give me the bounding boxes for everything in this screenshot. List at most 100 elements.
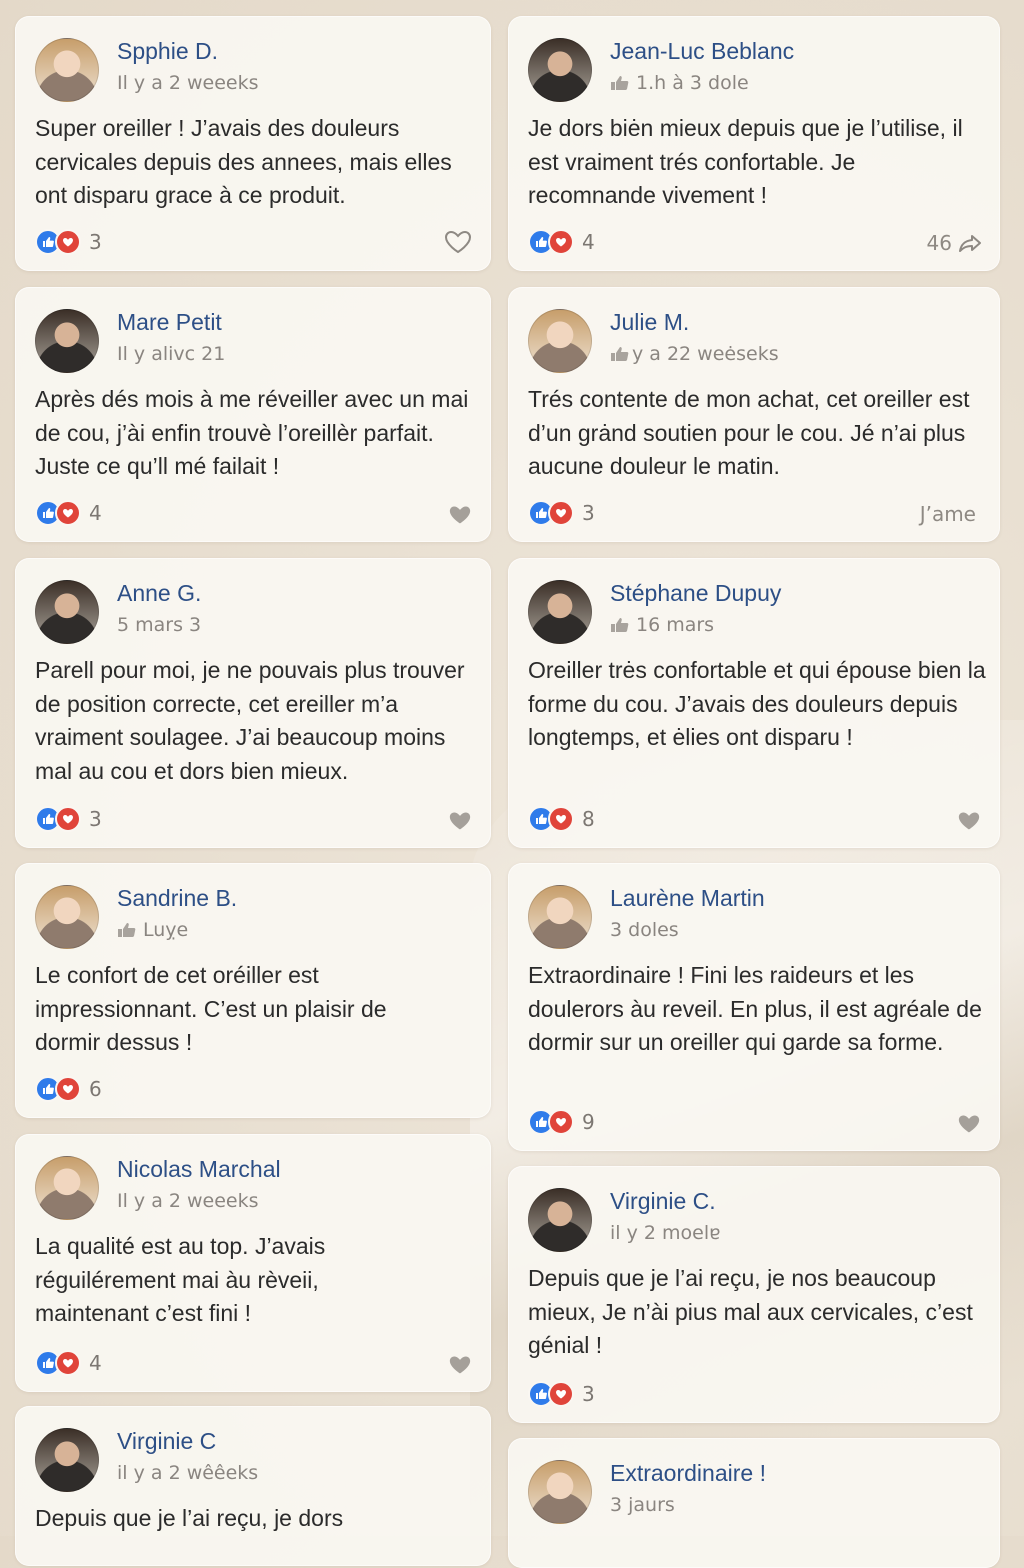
reviewer-name[interactable]: Spphie D. xyxy=(117,38,218,65)
reviewer-name[interactable]: Sandrine B. xyxy=(117,885,237,912)
reviewer-name[interactable]: Anne G. xyxy=(117,580,201,607)
reaction-count: 4 xyxy=(89,1351,102,1375)
avatar[interactable] xyxy=(528,38,592,102)
review-card: Extraordinaire ! 3 jaurs xyxy=(508,1438,1000,1568)
like-button[interactable] xyxy=(447,810,473,832)
love-reaction-icon xyxy=(55,1076,81,1102)
avatar[interactable] xyxy=(35,38,99,102)
heart-icon xyxy=(958,812,980,830)
reaction-summary[interactable]: 4 xyxy=(35,500,102,526)
reviewer-name[interactable]: Jean-Luc Beblanc xyxy=(610,38,794,65)
avatar[interactable] xyxy=(528,1460,592,1524)
like-button[interactable] xyxy=(447,1354,473,1376)
reviewer-name[interactable]: Stéphane Dupuy xyxy=(610,580,781,607)
avatar[interactable] xyxy=(528,580,592,644)
thumbs-up-icon xyxy=(611,76,629,90)
reviewer-name[interactable]: Julie M. xyxy=(610,309,689,336)
review-date: 3 jaurs xyxy=(610,1494,675,1516)
thumbs-up-icon xyxy=(118,923,136,937)
reaction-summary[interactable]: 3 xyxy=(528,1381,595,1407)
like-button[interactable] xyxy=(956,810,982,832)
love-reaction-icon xyxy=(55,229,81,255)
review-text: Trés contente de mon achat, cet oreiller… xyxy=(528,386,970,479)
review-text: Parell pour moi, je ne pouvais plus trou… xyxy=(35,657,465,784)
like-button[interactable] xyxy=(447,504,473,526)
love-reaction-icon xyxy=(55,500,81,526)
reaction-count: 3 xyxy=(89,807,102,831)
love-reaction-icon xyxy=(55,806,81,832)
reaction-summary[interactable]: 3 xyxy=(35,229,102,255)
review-date: y a 22 weėseks xyxy=(610,343,779,365)
reviewer-name[interactable]: Laurène Martin xyxy=(610,885,765,912)
review-card: Stéphane Dupuy 16 mars Oreiller trės con… xyxy=(508,558,1000,848)
review-text: La qualité est au top. J’avais réguilére… xyxy=(35,1233,326,1326)
reviewer-name[interactable]: Nicolas Marchal xyxy=(117,1156,281,1183)
reviewer-name[interactable]: Extraordinaire ! xyxy=(610,1460,766,1487)
review-card: Julie M. y a 22 weėseks Trés contente de… xyxy=(508,287,1000,542)
reaction-summary[interactable]: 4 xyxy=(35,1350,102,1376)
review-card: Laurène Martin 3 doles Extraordinaire ! … xyxy=(508,863,1000,1151)
reaction-summary[interactable]: 3 xyxy=(35,806,102,832)
like-text-button[interactable]: J’ame xyxy=(920,502,976,526)
reviewer-name[interactable]: Mare Petit xyxy=(117,309,222,336)
review-text: Oreiller trės confortable et qui épouse … xyxy=(528,657,986,750)
review-card: Jean-Luc Beblanc 1.h à 3 dole Je dors bi… xyxy=(508,16,1000,271)
avatar[interactable] xyxy=(528,309,592,373)
reviewer-name[interactable]: Virginie C xyxy=(117,1428,216,1455)
share-count: 46 xyxy=(926,231,952,255)
avatar[interactable] xyxy=(35,1428,99,1492)
review-text: Super oreiller ! J’avais des douleurs ce… xyxy=(35,115,452,208)
heart-outline-icon xyxy=(444,230,472,254)
love-reaction-icon xyxy=(548,229,574,255)
review-card: Sandrine B. Luỵe Le confort de cet oréil… xyxy=(15,863,491,1118)
love-reaction-icon xyxy=(55,1350,81,1376)
reaction-count: 3 xyxy=(89,230,102,254)
avatar[interactable] xyxy=(528,1188,592,1252)
heart-icon xyxy=(958,1115,980,1133)
review-card: Nicolas Marchal Il y a 2 weeeks La quali… xyxy=(15,1134,491,1392)
reaction-summary[interactable]: 3 xyxy=(528,500,595,526)
review-text: Depuis que je l’ai reçu, je dors xyxy=(35,1505,344,1531)
reaction-count: 4 xyxy=(582,230,595,254)
thumbs-up-icon xyxy=(611,618,629,632)
heart-icon xyxy=(449,1356,471,1374)
reaction-count: 4 xyxy=(89,501,102,525)
avatar[interactable] xyxy=(35,580,99,644)
reaction-summary[interactable]: 8 xyxy=(528,806,595,832)
like-button[interactable] xyxy=(443,229,473,255)
share-icon xyxy=(959,235,981,252)
heart-icon xyxy=(449,506,471,524)
share-button[interactable]: 46 xyxy=(927,231,982,255)
reaction-summary[interactable]: 9 xyxy=(528,1109,595,1135)
review-card: Spphie D. Il y a 2 weeeks Super oreiller… xyxy=(15,16,491,271)
heart-icon xyxy=(449,812,471,830)
avatar[interactable] xyxy=(35,1156,99,1220)
review-date: 5 mars 3 xyxy=(117,614,202,636)
review-card: Anne G. 5 mars 3 Parell pour moi, je ne … xyxy=(15,558,491,848)
love-reaction-icon xyxy=(548,1109,574,1135)
reaction-count: 3 xyxy=(582,1382,595,1406)
reaction-count: 6 xyxy=(89,1077,102,1101)
avatar[interactable] xyxy=(528,885,592,949)
avatar[interactable] xyxy=(35,309,99,373)
review-text: Je dors biėn mieux depuis que je l’utili… xyxy=(528,115,963,208)
reviewer-name[interactable]: Virginie C. xyxy=(610,1188,716,1215)
review-date: 3 doles xyxy=(610,919,679,941)
review-text: Extraordinaire ! Fini les raideurs et le… xyxy=(528,962,982,1055)
review-date: 1.h à 3 dole xyxy=(610,72,749,94)
review-text: Après dés mois à me réveiller avec un ma… xyxy=(35,386,469,479)
avatar[interactable] xyxy=(35,885,99,949)
review-card: Virginie C il y a 2 wêêeks Depuis que je… xyxy=(15,1406,491,1566)
love-reaction-icon xyxy=(548,500,574,526)
review-date: 16 mars xyxy=(610,614,714,636)
review-date: Il y alivc 21 xyxy=(117,343,226,365)
thumbs-up-icon xyxy=(611,347,629,361)
reaction-summary[interactable]: 6 xyxy=(35,1076,102,1102)
review-date: Luỵe xyxy=(117,919,188,941)
review-text: Depuis que je l’ai reçu, je nos beaucoup… xyxy=(528,1265,973,1358)
like-button[interactable] xyxy=(956,1113,982,1135)
love-reaction-icon xyxy=(548,806,574,832)
love-reaction-icon xyxy=(548,1381,574,1407)
review-date: Il y a 2 weeeks xyxy=(117,1190,259,1212)
reaction-summary[interactable]: 4 xyxy=(528,229,595,255)
